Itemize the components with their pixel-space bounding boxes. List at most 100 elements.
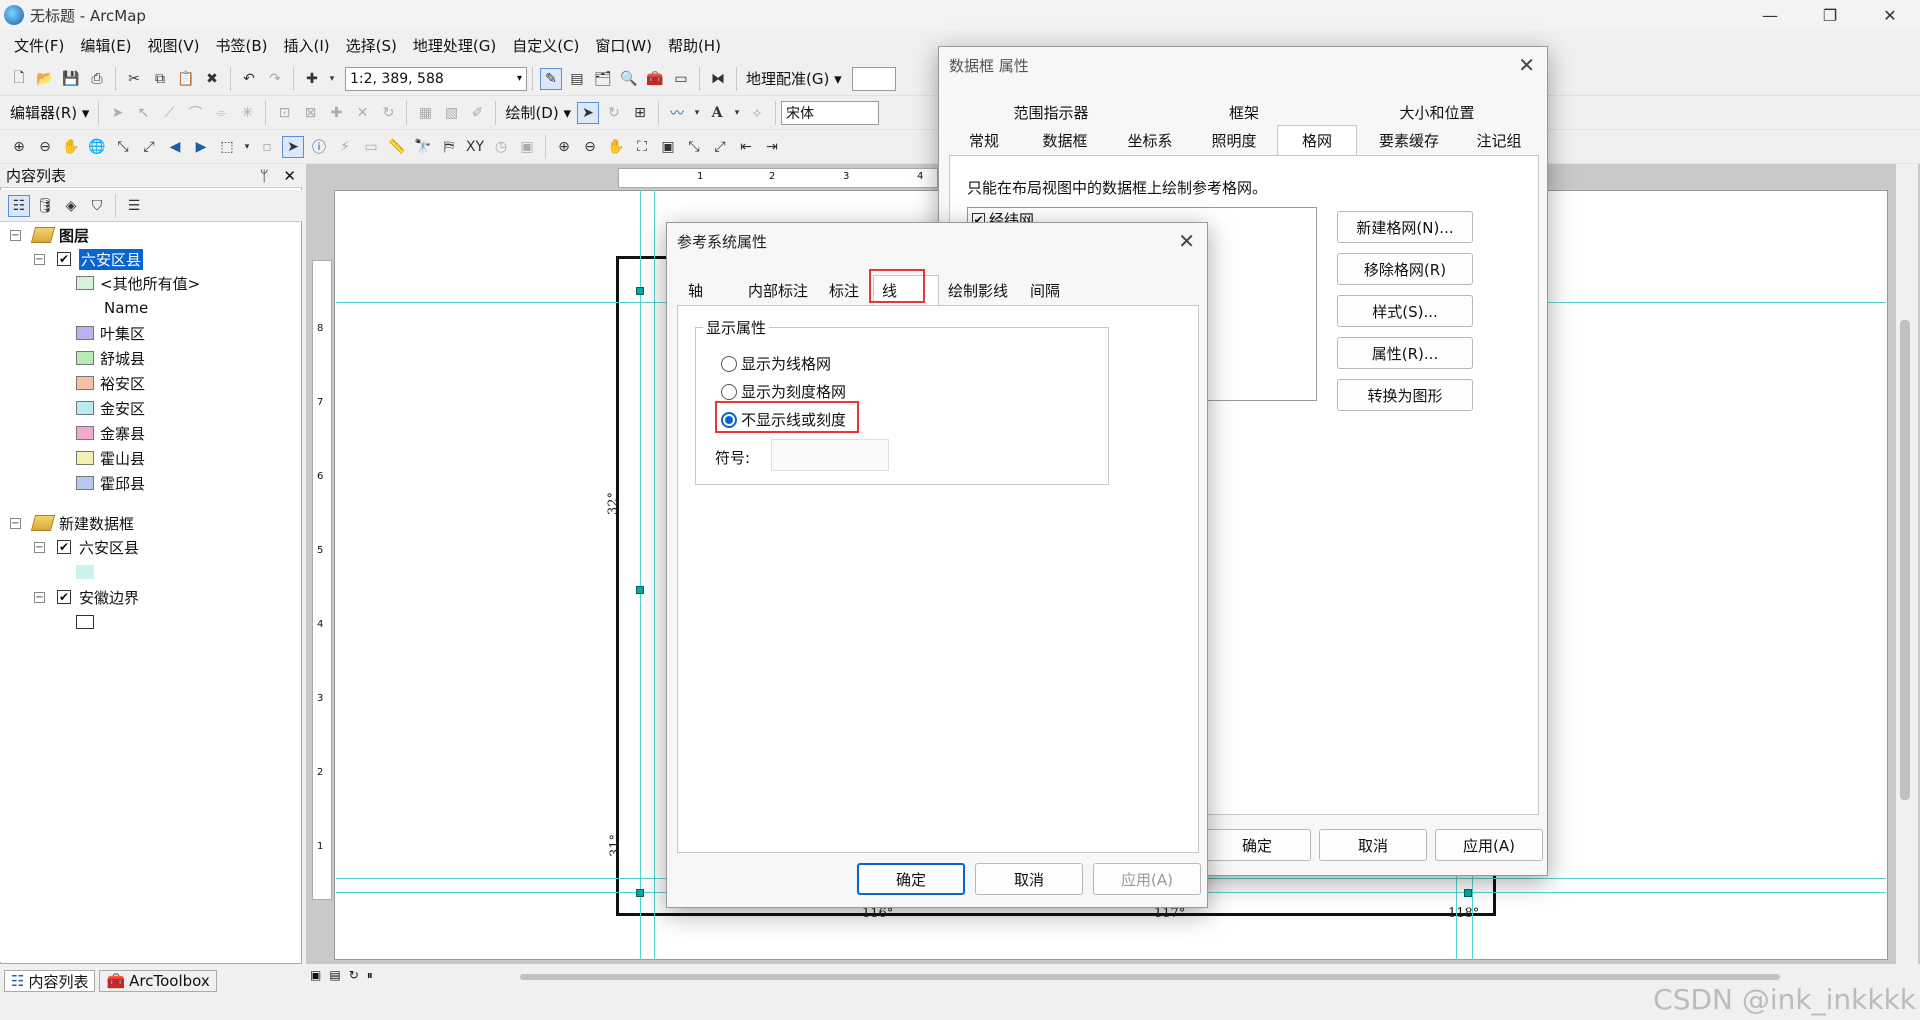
zoom-to-elements-icon[interactable]: ⊞ [629,102,651,124]
selection-handle[interactable] [1464,889,1472,897]
layer-visibility-checkbox[interactable]: ✔ [57,590,71,604]
menu-file[interactable]: 文件(F) [6,35,72,56]
copy-icon[interactable]: ⧉ [149,68,171,90]
menu-customize[interactable]: 自定义(C) [504,35,587,56]
cut-polygons-icon[interactable]: ✚ [325,102,347,124]
new-document-icon[interactable]: 🗋 [8,68,30,90]
layout-view-icon[interactable]: ▤ [329,968,340,983]
convert-to-graphics-button[interactable]: 转换为图形 [1337,379,1473,411]
arctoolbox-icon[interactable]: 🧰 [644,68,666,90]
selection-handle[interactable] [636,287,644,295]
tab-intervals[interactable]: 间隔 [1017,277,1073,303]
tab-arctoolbox[interactable]: 🧰 ArcToolbox [99,970,217,992]
editor-menu[interactable]: 编辑器(R) ▾ [6,102,93,123]
remove-grid-button[interactable]: 移除格网(R) [1337,253,1473,285]
cut-icon[interactable]: ✂ [123,68,145,90]
editor-toolbar-icon[interactable]: ✎ [540,67,562,90]
selection-handle[interactable] [636,586,644,594]
trace-icon[interactable]: ⌯ [210,102,232,124]
edit-vertices-draw-icon[interactable]: ⟡ [746,102,768,124]
select-tool-icon[interactable]: ➤ [282,135,304,158]
tab-table-of-contents[interactable]: ☷ 内容列表 [4,970,96,992]
hyperlink-icon[interactable]: ⚡ [334,136,356,158]
menu-geoprocessing[interactable]: 地理处理(G) [405,35,504,56]
tab-general[interactable]: 常规 [951,127,1017,153]
clear-selection-icon[interactable]: ▫ [256,136,278,158]
measure-icon[interactable]: 📏 [386,136,408,158]
tab-hatching[interactable]: 绘制影线 [941,277,1015,303]
collapse-icon[interactable]: − [34,591,45,603]
endpoint-arc-icon[interactable]: ⌒ [184,102,206,124]
options-icon[interactable]: ☰ [123,195,145,217]
tab-grids[interactable]: 格网 [1277,125,1357,155]
pan-icon[interactable]: ✋ [60,136,82,158]
catalog-window-icon[interactable]: 🗂 [592,68,614,90]
point-icon[interactable]: ✳ [236,102,258,124]
tab-size-position[interactable]: 大小和位置 [1337,99,1537,125]
draw-menu[interactable]: 绘制(D) ▾ [501,102,575,123]
toc-window-icon[interactable]: ▤ [566,68,588,90]
tab-axes[interactable]: 轴 [679,277,739,303]
model-builder-icon[interactable]: ⧓ [707,68,729,90]
menu-bookmarks[interactable]: 书签(B) [208,35,276,56]
tree-row-frame-layer2[interactable]: − ✔ 安徽边界 [34,586,139,608]
go-back-extent-icon[interactable]: ⇤ [735,136,757,158]
undo-icon[interactable]: ↶ [238,68,260,90]
sketch-properties-icon[interactable]: ▧ [440,102,462,124]
full-extent-icon[interactable]: 🌐 [86,136,108,158]
zoom-whole-page-icon[interactable]: ⛶ [631,136,653,158]
layout-zoom-in-icon[interactable]: ⊕ [553,136,575,158]
menu-view[interactable]: 视图(V) [140,35,208,56]
search-window-icon[interactable]: 🔍 [618,68,640,90]
list-by-source-icon[interactable]: 🛢 [34,195,56,217]
paste-icon[interactable]: 📋 [175,68,197,90]
fixed-zoom-out-icon[interactable]: ⤢ [138,136,160,158]
tab-data-frame[interactable]: 数据框 [1023,127,1107,153]
selection-handle[interactable] [636,889,644,897]
zoom-out-icon[interactable]: ⊖ [34,136,56,158]
ok-button[interactable]: 确定 [1203,829,1311,861]
list-by-selection-icon[interactable]: ⛉ [86,195,108,217]
select-elements-icon[interactable]: ➤ [577,101,600,124]
tab-feature-cache[interactable]: 要素缓存 [1361,127,1457,153]
back-extent-icon[interactable]: ◀ [164,136,186,158]
tab-internal-labels[interactable]: 内部标注 [741,277,815,303]
tab-illumination[interactable]: 照明度 [1193,127,1275,153]
redo-icon[interactable]: ↷ [264,68,286,90]
rotate-element-icon[interactable]: ↻ [603,102,625,124]
grid-properties-button[interactable]: 属性(R)... [1337,337,1473,369]
menu-windows[interactable]: 窗口(W) [587,35,660,56]
layout-guide[interactable] [640,190,641,960]
print-icon[interactable]: ⎙ [86,68,108,90]
go-forward-extent-icon[interactable]: ⇥ [761,136,783,158]
open-folder-icon[interactable]: 📂 [34,68,56,90]
map-scale-combo[interactable]: 1:2, 389, 588 ▾ [345,66,527,91]
cancel-button[interactable]: 取消 [1319,829,1427,861]
layout-zoom-out-icon[interactable]: ⊖ [579,136,601,158]
list-by-drawing-order-icon[interactable]: ☷ [8,194,30,217]
tree-row-new-frame[interactable]: − 新建数据框 [10,512,134,534]
create-features-icon[interactable]: ✐ [466,102,488,124]
menu-edit[interactable]: 编辑(E) [72,35,139,56]
forward-extent-icon[interactable]: ▶ [190,136,212,158]
add-data-icon[interactable]: ✚ [301,68,323,90]
text-tool-icon[interactable]: A [706,102,728,124]
chevron-down-icon[interactable]: ▾ [732,102,742,124]
edit-vertices-icon[interactable]: ⊡ [273,102,295,124]
menu-help[interactable]: 帮助(H) [660,35,729,56]
new-grid-button[interactable]: 新建格网(N)... [1337,211,1473,243]
tab-annotation-groups[interactable]: 注记组 [1459,127,1539,153]
split-icon[interactable]: ✕ [351,102,373,124]
font-combo[interactable]: 宋体 [781,100,880,125]
rotate-icon[interactable]: ↻ [377,102,399,124]
save-icon[interactable]: 💾 [60,68,82,90]
tab-coordinate-system[interactable]: 坐标系 [1109,127,1191,153]
option-show-ticks[interactable]: 显示为刻度格网 [721,381,846,402]
zoom-100-icon[interactable]: ▣ [657,136,679,158]
list-by-visibility-icon[interactable]: ◈ [60,195,82,217]
fixed-zoom-in-layout-icon[interactable]: ⤡ [683,136,705,158]
fixed-zoom-in-icon[interactable]: ⤡ [112,136,134,158]
apply-button[interactable]: 应用(A) [1093,863,1201,895]
data-view-icon[interactable]: ▣ [310,968,321,983]
close-icon[interactable]: ✕ [1178,229,1195,253]
